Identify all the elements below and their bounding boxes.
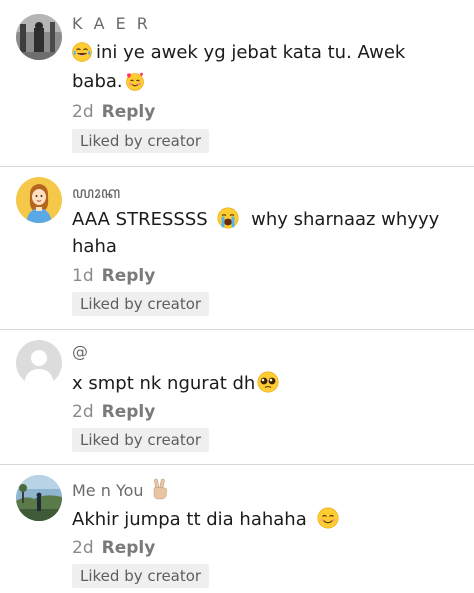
loudly-crying-face-icon [217,207,239,234]
comment-username[interactable]: K A E R [72,14,151,33]
liked-by-creator-badge: Liked by creator [72,428,210,452]
comment-item: Me n You Akhir jumpa tt dia hahaha 2d Rep… [0,465,474,593]
comment-time: 2d [72,538,94,558]
comment-item: K A E R ini ye awek yg jebat kata tu. Aw… [0,0,474,165]
comment-text: AAA STRESSSS why sharnaaz whyyy [72,207,439,234]
comment-text: Akhir jumpa tt dia hahaha [72,507,339,534]
avatar[interactable] [16,475,62,521]
comment-time: 2d [72,402,94,422]
avatar[interactable] [16,14,62,60]
comment-time: 2d [72,102,94,122]
comment-username[interactable]: @ [72,342,88,361]
comment-time: 1d [72,266,94,286]
liked-by-creator-badge: Liked by creator [72,129,210,153]
liked-by-creator-badge: Liked by creator [72,292,210,316]
comment-text: baba. [72,71,145,96]
comment-text: ini ye awek yg jebat kata tu. Awek [72,42,405,67]
smiling-face-icon [317,507,339,534]
reply-button[interactable]: Reply [102,402,156,422]
victory-hand-icon [150,478,170,504]
comment-item: @ x smpt nk ngurat dh 2d Reply Liked by c… [0,330,474,464]
avatar[interactable] [16,340,62,386]
reply-button[interactable]: Reply [102,102,156,122]
comment-text: x smpt nk ngurat dh [72,371,279,398]
comment-meta: 2d Reply [72,538,155,558]
comment-item: ꦪꦴꦏ AAA STRESSSS why sharnaaz whyyy haha… [0,167,474,329]
reply-button[interactable]: Reply [102,538,156,558]
smiling-face-with-hearts-icon [125,71,145,96]
reply-button[interactable]: Reply [102,266,156,286]
comment-meta: 2d Reply [72,402,155,422]
pleading-face-icon [257,371,279,398]
comment-meta: 1d Reply [72,266,155,286]
comment-text: haha [72,236,117,257]
comment-meta: 2d Reply [72,102,155,122]
face-with-tears-of-joy-icon [72,42,92,67]
comment-username[interactable]: Me n You [72,478,170,504]
liked-by-creator-badge: Liked by creator [72,564,210,588]
avatar[interactable] [16,177,62,223]
